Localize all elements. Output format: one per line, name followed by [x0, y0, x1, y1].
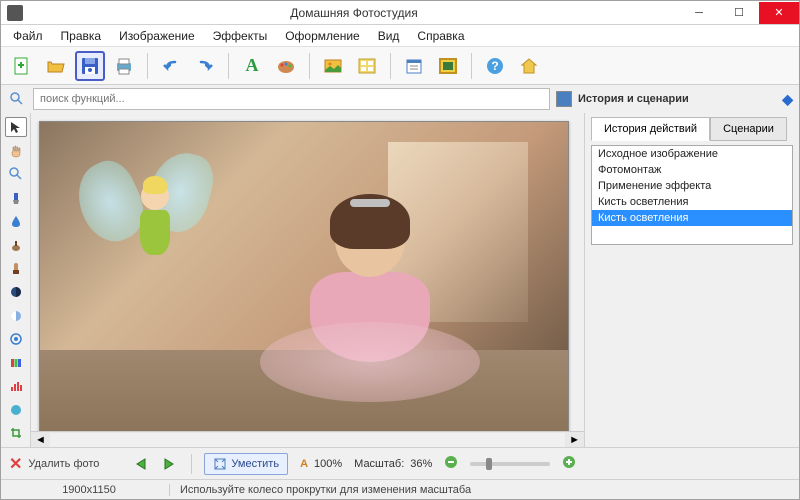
rgb-tool[interactable]: [5, 353, 27, 373]
fit-button[interactable]: Уместить: [204, 453, 288, 475]
scale-display: Масштаб: 36%: [354, 458, 432, 470]
heal-tool[interactable]: [5, 400, 27, 420]
status-bar: 1900x1150 Используйте колесо прокрутки д…: [1, 479, 799, 499]
canvas-viewport[interactable]: [31, 113, 584, 431]
delete-icon: ✕: [9, 454, 22, 474]
calendar-button[interactable]: [399, 51, 429, 81]
minimize-button[interactable]: ─: [679, 2, 719, 24]
toolbar-separator: [471, 53, 472, 79]
darken-tool[interactable]: [5, 282, 27, 302]
zoom-100-button[interactable]: A 100%: [300, 458, 342, 470]
menu-file[interactable]: Файл: [5, 27, 51, 45]
fit-icon: [213, 457, 227, 471]
zoom-in-button[interactable]: [562, 455, 576, 472]
delete-label: Удалить фото: [28, 458, 99, 470]
maximize-button[interactable]: ☐: [719, 2, 759, 24]
status-message: Используйте колесо прокрутки для изменен…: [169, 484, 791, 496]
panel-tabs: История действий Сценарии: [591, 117, 793, 141]
print-button[interactable]: [109, 51, 139, 81]
right-panel-title: История и сценарии ◆: [578, 91, 793, 108]
menu-help[interactable]: Справка: [409, 27, 472, 45]
right-panel: История действий Сценарии Исходное изобр…: [584, 113, 799, 447]
separator: [191, 454, 192, 474]
cursor-tool[interactable]: [5, 117, 27, 137]
redo-button[interactable]: [190, 51, 220, 81]
menu-image[interactable]: Изображение: [111, 27, 203, 45]
crop-tool[interactable]: [5, 424, 27, 444]
slider-thumb[interactable]: [486, 458, 492, 470]
tab-scenarios[interactable]: Сценарии: [710, 117, 787, 141]
menubar: Файл Правка Изображение Эффекты Оформлен…: [1, 25, 799, 47]
fit-label: Уместить: [231, 458, 279, 470]
left-toolbar: [1, 113, 31, 447]
close-button[interactable]: ✕: [759, 2, 799, 24]
bottom-toolbar: ✕ Удалить фото Уместить A 100% Масштаб: …: [1, 447, 799, 479]
delete-photo-button[interactable]: ✕ Удалить фото: [9, 454, 99, 474]
open-button[interactable]: [41, 51, 71, 81]
gallery-button[interactable]: [352, 51, 382, 81]
panel-icon: [556, 91, 572, 107]
prev-button[interactable]: [131, 454, 153, 474]
new-button[interactable]: [7, 51, 37, 81]
toolbar-separator: [147, 53, 148, 79]
save-button[interactable]: [75, 51, 105, 81]
history-item[interactable]: Исходное изображение: [592, 146, 792, 162]
home-button[interactable]: [514, 51, 544, 81]
menu-view[interactable]: Вид: [370, 27, 408, 45]
scale-label: Масштаб:: [354, 458, 404, 470]
hand-tool[interactable]: [5, 141, 27, 161]
status-dimensions: 1900x1150: [9, 484, 169, 496]
app-icon: [7, 5, 23, 21]
menu-edit[interactable]: Правка: [53, 27, 110, 45]
nav-arrows: [131, 454, 179, 474]
tab-history[interactable]: История действий: [591, 117, 710, 141]
zoom-tool[interactable]: [5, 164, 27, 184]
search-row: История и сценарии ◆: [1, 85, 799, 113]
app-window: Домашняя Фотостудия ─ ☐ ✕ Файл Правка Из…: [0, 0, 800, 500]
lighten-tool[interactable]: [5, 306, 27, 326]
search-input[interactable]: [33, 88, 550, 110]
canvas-area: ◄►: [31, 113, 584, 447]
toolbar-separator: [390, 53, 391, 79]
search-icon: [7, 91, 27, 107]
zoom-slider[interactable]: [470, 462, 550, 466]
toolbar-separator: [228, 53, 229, 79]
history-item[interactable]: Кисть осветления: [592, 210, 792, 226]
palette-button[interactable]: [271, 51, 301, 81]
clone-tool[interactable]: [5, 235, 27, 255]
menu-decoration[interactable]: Оформление: [277, 27, 367, 45]
history-item[interactable]: Применение эффекта: [592, 178, 792, 194]
frame-button[interactable]: [433, 51, 463, 81]
expand-icon[interactable]: ◆: [782, 91, 793, 108]
history-item[interactable]: Фотомонтаж: [592, 162, 792, 178]
window-title: Домашняя Фотостудия: [29, 6, 679, 20]
zoom-out-button[interactable]: [444, 455, 458, 472]
history-list: Исходное изображение Фотомонтаж Применен…: [591, 145, 793, 245]
window-controls: ─ ☐ ✕: [679, 2, 799, 24]
undo-button[interactable]: [156, 51, 186, 81]
horizontal-scrollbar[interactable]: ◄►: [31, 431, 584, 447]
menu-effects[interactable]: Эффекты: [205, 27, 276, 45]
smudge-tool[interactable]: [5, 329, 27, 349]
scale-value: 36%: [410, 458, 432, 470]
drop-tool[interactable]: [5, 211, 27, 231]
brush-tool[interactable]: [5, 188, 27, 208]
zoom-100-label: 100%: [314, 458, 342, 470]
history-item[interactable]: Кисть осветления: [592, 194, 792, 210]
history-panel-label: История и сценарии: [578, 93, 689, 105]
text-button[interactable]: A: [237, 51, 267, 81]
main-toolbar: A ?: [1, 47, 799, 85]
toolbar-separator: [309, 53, 310, 79]
stamp-tool[interactable]: [5, 259, 27, 279]
image-canvas[interactable]: [39, 121, 569, 431]
image-button[interactable]: [318, 51, 348, 81]
svg-text:?: ?: [491, 59, 498, 73]
next-button[interactable]: [157, 454, 179, 474]
levels-tool[interactable]: [5, 376, 27, 396]
zoom-a-icon: A: [300, 458, 308, 470]
titlebar: Домашняя Фотостудия ─ ☐ ✕: [1, 1, 799, 25]
help-button[interactable]: ?: [480, 51, 510, 81]
main-area: ◄► История действий Сценарии Исходное из…: [1, 113, 799, 447]
